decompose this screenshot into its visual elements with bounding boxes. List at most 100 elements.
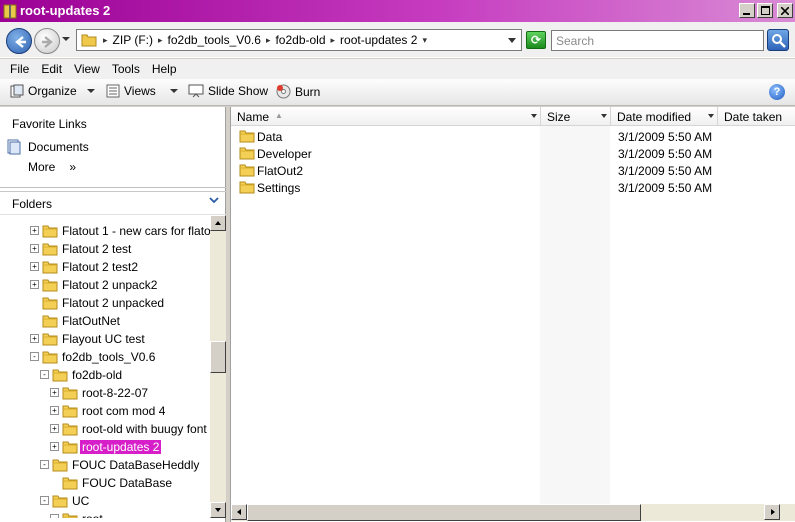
folder-icon — [52, 495, 68, 508]
menu-edit[interactable]: Edit — [35, 62, 68, 76]
expand-icon[interactable]: + — [50, 388, 59, 397]
chevron-down-icon[interactable] — [601, 114, 607, 118]
scroll-thumb[interactable] — [210, 341, 226, 373]
expand-icon[interactable]: + — [50, 406, 59, 415]
folders-header[interactable]: Folders — [0, 191, 226, 215]
collapse-icon[interactable]: - — [40, 496, 49, 505]
close-button[interactable] — [777, 3, 793, 18]
tree-item[interactable]: + root-updates 2 — [0, 438, 210, 456]
collapse-icon[interactable]: - — [40, 460, 49, 469]
tree-item[interactable]: + root-8-22-07 — [0, 384, 210, 402]
horizontal-scroll-thumb[interactable] — [247, 504, 641, 521]
expand-icon[interactable]: + — [50, 442, 59, 451]
tree-item[interactable]: - FOUC DataBaseHeddly — [0, 456, 210, 474]
crumb-old[interactable]: fo2db-old — [272, 33, 328, 47]
column-size[interactable]: Size — [541, 107, 611, 126]
favorite-links-header: Favorite Links — [12, 117, 87, 131]
expand-icon[interactable]: + — [30, 334, 39, 343]
tree-item[interactable]: - fo2db_tools_V0.6 — [0, 348, 210, 366]
tree-item[interactable]: + Flayout UC test — [0, 330, 210, 348]
column-size-label: Size — [547, 110, 571, 124]
expand-icon[interactable]: + — [30, 244, 39, 253]
file-row[interactable]: Data 3/1/2009 5:50 AM — [239, 128, 789, 145]
collapse-icon[interactable]: - — [50, 514, 59, 518]
scroll-right-button[interactable] — [764, 504, 780, 520]
chevron-down-icon[interactable]: ▾ — [420, 35, 429, 46]
favorites-more[interactable]: More » — [28, 160, 76, 174]
search-input[interactable]: Search — [551, 30, 764, 51]
collapse-icon[interactable]: - — [30, 352, 39, 361]
expand-icon[interactable]: + — [30, 226, 39, 235]
tree-item-label: root-8-22-07 — [82, 386, 149, 400]
chevron-right-icon[interactable]: ▸ — [329, 35, 338, 46]
forward-button[interactable] — [34, 28, 60, 54]
folder-icon — [42, 351, 58, 364]
chevron-down-icon[interactable] — [531, 114, 537, 118]
chevron-right-icon[interactable]: ▸ — [101, 35, 110, 46]
tree-item[interactable]: FOUC DataBase — [0, 474, 210, 492]
menu-file[interactable]: File — [4, 62, 35, 76]
scroll-left-button[interactable] — [231, 504, 247, 520]
folder-icon — [52, 369, 68, 382]
tree-item[interactable]: - UC — [0, 492, 210, 510]
tree-item[interactable]: + Flatout 2 test — [0, 240, 210, 258]
views-button[interactable]: Views — [106, 84, 178, 98]
file-name: Developer — [257, 147, 312, 161]
pane-divider[interactable] — [0, 187, 226, 188]
tree-item-label: FlatOutNet — [62, 314, 121, 328]
chevron-down-icon[interactable] — [708, 114, 714, 118]
crumb-tools[interactable]: fo2db_tools_V0.6 — [165, 33, 264, 47]
favorite-documents[interactable]: Documents — [6, 139, 89, 155]
folder-icon — [62, 441, 78, 454]
folder-icon — [62, 405, 78, 418]
views-icon — [106, 84, 120, 98]
minimize-button[interactable] — [739, 3, 755, 18]
search-button[interactable] — [767, 29, 789, 51]
crumb-drive[interactable]: ZIP (F:) — [110, 33, 156, 47]
scroll-down-button[interactable] — [210, 502, 226, 518]
tree-item[interactable]: - root — [0, 510, 210, 518]
file-row[interactable]: FlatOut2 3/1/2009 5:50 AM — [239, 162, 789, 179]
collapse-icon[interactable]: - — [40, 370, 49, 379]
tree-item[interactable]: + Flatout 1 - new cars for flatout v — [0, 222, 210, 240]
column-name[interactable]: Name ▲ — [231, 107, 541, 126]
file-row[interactable]: Settings 3/1/2009 5:50 AM — [239, 179, 789, 196]
tree-item[interactable]: + Flatout 2 unpack2 — [0, 276, 210, 294]
back-button[interactable] — [6, 28, 32, 54]
chevron-right-icon[interactable]: ▸ — [264, 35, 273, 46]
tree-item[interactable]: FlatOutNet — [0, 312, 210, 330]
menu-tools[interactable]: Tools — [106, 62, 146, 76]
tree-item[interactable]: - fo2db-old — [0, 366, 210, 384]
folder-icon — [42, 225, 58, 238]
organize-button[interactable]: Organize — [10, 84, 95, 98]
crumb-current[interactable]: root-updates 2 — [337, 33, 420, 47]
help-icon[interactable]: ? — [769, 84, 785, 100]
menu-view[interactable]: View — [68, 62, 106, 76]
forward-arrow-icon — [42, 36, 53, 48]
refresh-button[interactable]: ⟳ — [526, 31, 546, 49]
expand-icon[interactable]: + — [30, 280, 39, 289]
column-date-modified[interactable]: Date modified — [611, 107, 718, 126]
views-label: Views — [124, 84, 156, 98]
expand-icon[interactable]: + — [30, 262, 39, 271]
burn-button[interactable]: Burn — [276, 84, 320, 99]
scroll-up-button[interactable] — [210, 215, 226, 231]
close-icon — [781, 6, 789, 15]
tree-item[interactable]: + root-old with buugy font — [0, 420, 210, 438]
recent-pages-dropdown[interactable] — [62, 37, 70, 41]
tree-item-label: FOUC DataBaseHeddly — [72, 458, 200, 472]
expand-icon[interactable]: + — [50, 424, 59, 433]
tree-item[interactable]: + Flatout 2 test2 — [0, 258, 210, 276]
maximize-button[interactable] — [757, 3, 773, 18]
address-dropdown[interactable] — [508, 38, 516, 43]
file-row[interactable]: Developer 3/1/2009 5:50 AM — [239, 145, 789, 162]
chevron-right-icon[interactable]: ▸ — [156, 35, 165, 46]
slideshow-button[interactable]: Slide Show — [188, 84, 268, 98]
menu-help[interactable]: Help — [146, 62, 183, 76]
tree-vertical-scrollbar[interactable] — [210, 215, 226, 518]
column-date-taken[interactable]: Date taken — [718, 107, 795, 126]
address-bar[interactable]: ▸ ZIP (F:) ▸ fo2db_tools_V0.6 ▸ fo2db-ol… — [76, 29, 522, 51]
tree-item[interactable]: Flatout 2 unpacked — [0, 294, 210, 312]
tree-item[interactable]: + root com mod 4 — [0, 402, 210, 420]
file-list-horizontal-scrollbar[interactable] — [231, 504, 795, 521]
